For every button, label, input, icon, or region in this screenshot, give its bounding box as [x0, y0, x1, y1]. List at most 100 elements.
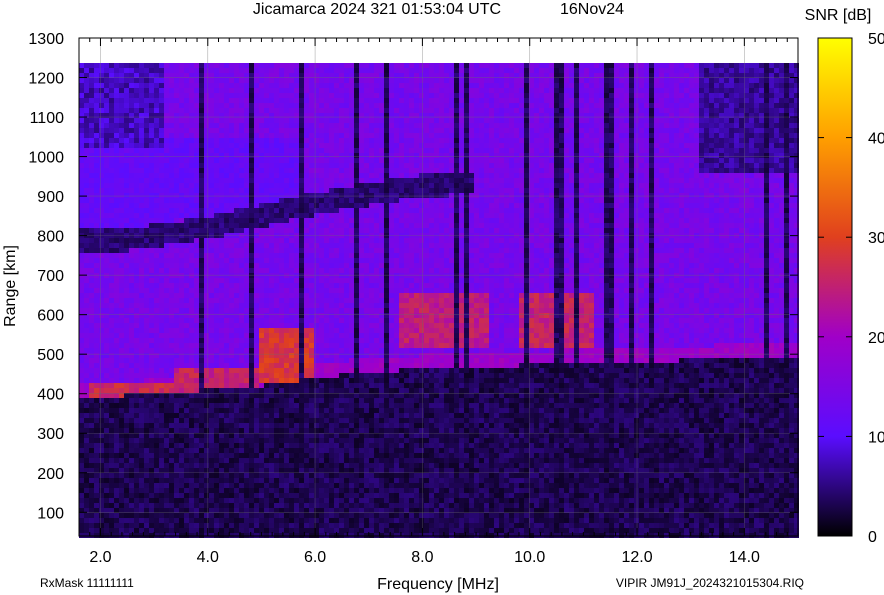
- heatmap-cell: [124, 143, 129, 148]
- heatmap-cell: [194, 218, 199, 223]
- heatmap-cell: [154, 398, 159, 403]
- heatmap-cell: [139, 163, 144, 168]
- heatmap-cell: [299, 218, 304, 223]
- heatmap-cell: [189, 258, 194, 263]
- heatmap-cell: [284, 308, 289, 313]
- heatmap-cell: [274, 68, 279, 73]
- heatmap-cell: [84, 208, 89, 213]
- heatmap-cell: [309, 128, 314, 133]
- heatmap-cell: [159, 283, 164, 288]
- heatmap-cell: [164, 353, 169, 358]
- heatmap-cell: [279, 418, 284, 423]
- heatmap-cell: [104, 343, 109, 348]
- heatmap-cell: [219, 298, 224, 303]
- heatmap-cell: [119, 288, 124, 293]
- heatmap-cell: [169, 108, 174, 113]
- heatmap-cell: [189, 93, 194, 98]
- heatmap-cell: [284, 63, 289, 68]
- heatmap-cell: [109, 368, 114, 373]
- heatmap-cell: [244, 513, 249, 518]
- heatmap-cell: [299, 253, 304, 258]
- heatmap-cell: [169, 208, 174, 213]
- heatmap-cell: [234, 488, 239, 493]
- heatmap-cell: [189, 353, 194, 358]
- heatmap-cell: [299, 328, 304, 333]
- heatmap-cell: [329, 248, 334, 253]
- heatmap-cell: [249, 488, 254, 493]
- heatmap-cell: [99, 438, 104, 443]
- heatmap-cell: [239, 213, 244, 218]
- heatmap-cell: [134, 163, 139, 168]
- heatmap-cell: [129, 88, 134, 93]
- heatmap-cell: [89, 488, 94, 493]
- heatmap-cell: [139, 433, 144, 438]
- heatmap-cell: [189, 433, 194, 438]
- heatmap-cell: [309, 283, 314, 288]
- heatmap-cell: [159, 118, 164, 123]
- heatmap-cell: [279, 333, 284, 338]
- heatmap-cell: [129, 338, 134, 343]
- heatmap-cell: [224, 68, 229, 73]
- heatmap-cell: [244, 128, 249, 133]
- heatmap-cell: [234, 368, 239, 373]
- heatmap-cell: [139, 118, 144, 123]
- heatmap-cell: [329, 283, 334, 288]
- heatmap-cell: [99, 263, 104, 268]
- heatmap-cell: [174, 268, 179, 273]
- heatmap-cell: [194, 208, 199, 213]
- heatmap-cell: [104, 283, 109, 288]
- heatmap-cell: [269, 453, 274, 458]
- heatmap-cell: [219, 488, 224, 493]
- heatmap-cell: [164, 323, 169, 328]
- heatmap-cell: [324, 83, 329, 88]
- heatmap-cell: [99, 483, 104, 488]
- heatmap-cell: [194, 363, 199, 368]
- heatmap-cell: [329, 98, 334, 103]
- heatmap-cell: [224, 188, 229, 193]
- heatmap-cell: [294, 258, 299, 263]
- heatmap-cell: [94, 143, 99, 148]
- heatmap-cell: [239, 263, 244, 268]
- heatmap-cell: [294, 248, 299, 253]
- heatmap-cell: [154, 148, 159, 153]
- heatmap-cell: [234, 223, 239, 228]
- heatmap-cell: [319, 458, 324, 463]
- heatmap-cell: [189, 228, 194, 233]
- heatmap-cell: [104, 513, 109, 518]
- heatmap-cell: [329, 173, 334, 178]
- heatmap-cell: [94, 503, 99, 508]
- heatmap-cell: [264, 478, 269, 483]
- heatmap-cell: [194, 258, 199, 263]
- heatmap-cell: [99, 203, 104, 208]
- heatmap-cell: [314, 353, 319, 358]
- heatmap-cell: [129, 308, 134, 313]
- heatmap-cell: [204, 263, 209, 268]
- heatmap-cell: [164, 428, 169, 433]
- heatmap-cell: [149, 163, 154, 168]
- heatmap-cell: [169, 298, 174, 303]
- heatmap-cell: [309, 78, 314, 83]
- heatmap-cell: [304, 213, 309, 218]
- heatmap-cell: [174, 103, 179, 108]
- heatmap-cell: [194, 173, 199, 178]
- heatmap-cell: [204, 163, 209, 168]
- heatmap-cell: [259, 248, 264, 253]
- heatmap-cell: [254, 268, 259, 273]
- heatmap-cell: [334, 218, 339, 223]
- heatmap-cell: [234, 208, 239, 213]
- heatmap-cell: [129, 433, 134, 438]
- heatmap-cell: [294, 478, 299, 483]
- heatmap-cell: [164, 493, 169, 498]
- heatmap-cell: [269, 198, 274, 203]
- heatmap-cell: [254, 348, 259, 353]
- heatmap-cell: [214, 273, 219, 278]
- heatmap-cell: [179, 293, 184, 298]
- heatmap-cell: [304, 303, 309, 308]
- heatmap-cell: [319, 173, 324, 178]
- heatmap-cell: [139, 353, 144, 358]
- heatmap-cell: [329, 488, 334, 493]
- heatmap-cell: [209, 333, 214, 338]
- heatmap-cell: [174, 258, 179, 263]
- heatmap-cell: [79, 378, 84, 383]
- heatmap-cell: [314, 273, 319, 278]
